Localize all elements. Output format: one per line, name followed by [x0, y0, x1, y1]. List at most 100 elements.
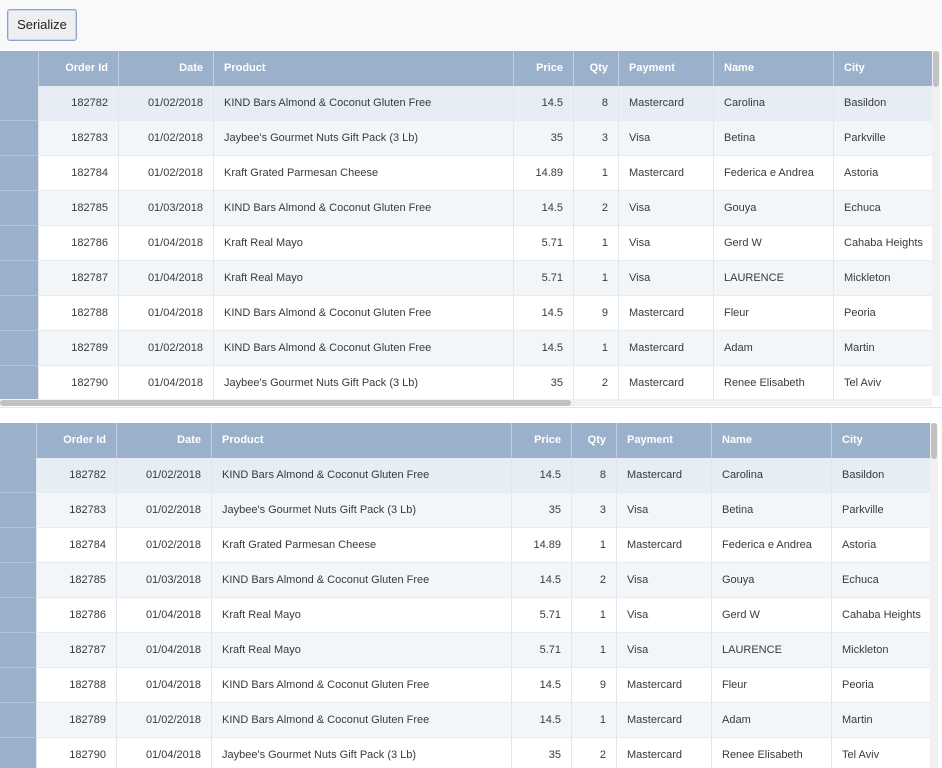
cell-payment[interactable]: Mastercard [618, 296, 713, 331]
cell-order-id[interactable]: 182784 [36, 528, 116, 563]
cell-name[interactable]: Gouya [711, 563, 831, 598]
cell-city[interactable]: Basildon [833, 86, 932, 121]
table-row[interactable]: 182782 01/02/2018 KIND Bars Almond & Cocon… [0, 458, 930, 493]
cell-name[interactable]: Gouya [713, 191, 833, 226]
cell-order-id[interactable]: 182790 [36, 738, 116, 768]
cell-order-id[interactable]: 182782 [38, 86, 118, 121]
table-row[interactable]: 182783 01/02/2018 Jaybee's Gourmet Nuts Gi… [0, 121, 932, 156]
table-row[interactable]: 182790 01/04/2018 Jaybee's Gourmet Nuts Gi… [0, 366, 932, 401]
cell-price[interactable]: 35 [513, 366, 573, 401]
cell-qty[interactable]: 9 [573, 296, 618, 331]
cell-name[interactable]: Adam [713, 331, 833, 366]
table-row[interactable]: 182789 01/02/2018 KIND Bars Almond & Cocon… [0, 331, 932, 366]
cell-payment[interactable]: Mastercard [616, 703, 711, 738]
cell-payment[interactable]: Visa [618, 261, 713, 296]
row-gutter[interactable] [0, 703, 36, 738]
column-header-qty[interactable]: Qty [573, 51, 618, 86]
cell-order-id[interactable]: 182786 [38, 226, 118, 261]
cell-payment[interactable]: Visa [618, 191, 713, 226]
row-gutter[interactable] [0, 331, 38, 366]
cell-product[interactable]: Jaybee's Gourmet Nuts Gift Pack (3 Lb) [213, 366, 513, 401]
cell-order-id[interactable]: 182784 [38, 156, 118, 191]
cell-qty[interactable]: 8 [571, 458, 616, 493]
cell-city[interactable]: Martin [833, 331, 932, 366]
cell-product[interactable]: Jaybee's Gourmet Nuts Gift Pack (3 Lb) [211, 738, 511, 768]
cell-product[interactable]: Kraft Real Mayo [213, 226, 513, 261]
table-row[interactable]: 182782 01/02/2018 KIND Bars Almond & Cocon… [0, 86, 932, 121]
cell-price[interactable]: 14.5 [513, 86, 573, 121]
column-header-city[interactable]: City [831, 423, 930, 458]
cell-qty[interactable]: 3 [571, 493, 616, 528]
cell-date[interactable]: 01/02/2018 [118, 156, 213, 191]
cell-payment[interactable]: Visa [616, 493, 711, 528]
column-header-price[interactable]: Price [511, 423, 571, 458]
cell-qty[interactable]: 1 [571, 598, 616, 633]
cell-city[interactable]: Astoria [833, 156, 932, 191]
cell-qty[interactable]: 1 [573, 156, 618, 191]
cell-qty[interactable]: 2 [573, 366, 618, 401]
cell-name[interactable]: Fleur [713, 296, 833, 331]
column-header-payment[interactable]: Payment [616, 423, 711, 458]
cell-qty[interactable]: 8 [573, 86, 618, 121]
cell-name[interactable]: Carolina [711, 458, 831, 493]
serialize-button[interactable]: Serialize [7, 9, 77, 41]
table-row[interactable]: 182783 01/02/2018 Jaybee's Gourmet Nuts Gi… [0, 493, 930, 528]
column-header-order-id[interactable]: Order Id [36, 423, 116, 458]
cell-price[interactable]: 14.89 [511, 528, 571, 563]
cell-name[interactable]: LAURENCE [713, 261, 833, 296]
cell-product[interactable]: KIND Bars Almond & Coconut Gluten Free [213, 331, 513, 366]
cell-price[interactable]: 5.71 [511, 598, 571, 633]
cell-date[interactable]: 01/04/2018 [118, 296, 213, 331]
cell-order-id[interactable]: 182790 [38, 366, 118, 401]
cell-name[interactable]: Carolina [713, 86, 833, 121]
cell-product[interactable]: KIND Bars Almond & Coconut Gluten Free [211, 668, 511, 703]
cell-name[interactable]: Renee Elisabeth [713, 366, 833, 401]
cell-price[interactable]: 5.71 [511, 633, 571, 668]
cell-city[interactable]: Echuca [831, 563, 930, 598]
cell-name[interactable]: Renee Elisabeth [711, 738, 831, 768]
cell-payment[interactable]: Visa [616, 633, 711, 668]
table-row[interactable]: 182787 01/04/2018 Kraft Real Mayo 5.71 1 Visa… [0, 633, 930, 668]
cell-date[interactable]: 01/02/2018 [116, 528, 211, 563]
cell-product[interactable]: KIND Bars Almond & Coconut Gluten Free [213, 296, 513, 331]
cell-order-id[interactable]: 182787 [38, 261, 118, 296]
column-header-date[interactable]: Date [118, 51, 213, 86]
cell-payment[interactable]: Visa [616, 563, 711, 598]
cell-date[interactable]: 01/04/2018 [116, 633, 211, 668]
cell-name[interactable]: LAURENCE [711, 633, 831, 668]
cell-date[interactable]: 01/02/2018 [118, 86, 213, 121]
cell-city[interactable]: Astoria [831, 528, 930, 563]
row-gutter[interactable] [0, 668, 36, 703]
column-header-name[interactable]: Name [713, 51, 833, 86]
cell-name[interactable]: Gerd W [713, 226, 833, 261]
cell-payment[interactable]: Mastercard [616, 528, 711, 563]
cell-payment[interactable]: Mastercard [616, 668, 711, 703]
cell-date[interactable]: 01/04/2018 [116, 738, 211, 768]
cell-product[interactable]: Kraft Grated Parmesan Cheese [213, 156, 513, 191]
cell-city[interactable]: Tel Aviv [833, 366, 932, 401]
cell-price[interactable]: 14.5 [513, 191, 573, 226]
vertical-scroll-thumb[interactable] [931, 423, 937, 459]
cell-product[interactable]: Kraft Grated Parmesan Cheese [211, 528, 511, 563]
column-header-product[interactable]: Product [211, 423, 511, 458]
cell-date[interactable]: 01/03/2018 [118, 191, 213, 226]
cell-product[interactable]: Kraft Real Mayo [211, 633, 511, 668]
horizontal-scroll-thumb[interactable] [0, 400, 571, 406]
cell-price[interactable]: 35 [511, 738, 571, 768]
table-row[interactable]: 182784 01/02/2018 Kraft Grated Parmesan Ch… [0, 528, 930, 563]
cell-order-id[interactable]: 182789 [36, 703, 116, 738]
vertical-scroll-thumb[interactable] [933, 51, 939, 87]
cell-city[interactable]: Parkville [831, 493, 930, 528]
cell-name[interactable]: Federica e Andrea [713, 156, 833, 191]
cell-price[interactable]: 14.5 [513, 296, 573, 331]
row-gutter[interactable] [0, 366, 38, 401]
column-header-product[interactable]: Product [213, 51, 513, 86]
cell-date[interactable]: 01/02/2018 [118, 331, 213, 366]
cell-city[interactable]: Basildon [831, 458, 930, 493]
cell-price[interactable]: 35 [511, 493, 571, 528]
table-row[interactable]: 182789 01/02/2018 KIND Bars Almond & Cocon… [0, 703, 930, 738]
cell-city[interactable]: Cahaba Heights [833, 226, 932, 261]
cell-order-id[interactable]: 182788 [36, 668, 116, 703]
cell-order-id[interactable]: 182785 [38, 191, 118, 226]
cell-product[interactable]: KIND Bars Almond & Coconut Gluten Free [213, 191, 513, 226]
